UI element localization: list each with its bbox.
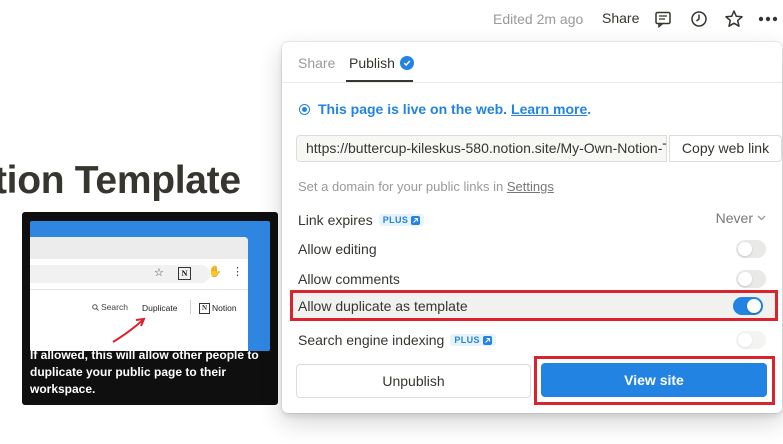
clock-icon[interactable] [688,8,710,30]
chevron-down-icon [757,215,766,221]
live-status-text: This page is live on the web. [318,101,508,117]
learn-more-link[interactable]: Learn more [511,101,587,117]
preview-tab-bar [30,237,248,259]
preview-search: Search [92,302,128,312]
page-title: tion Template [0,159,241,202]
tooltip-text: If allowed, this will allow other people… [30,348,259,396]
publish-status: This page is live on the web. Learn more. [299,101,591,117]
star-icon[interactable] [723,8,745,30]
top-bar: Edited 2m ago Share [0,0,783,38]
allow-duplicate-label: Allow duplicate as template [298,298,468,314]
popup-tabs: Share Publish [282,42,782,83]
more-icon[interactable] [757,8,779,30]
allow-comments-row: Allow comments [298,267,766,291]
search-indexing-row: Search engine indexing PLUS [298,328,768,352]
search-indexing-toggle[interactable] [736,331,766,349]
live-indicator-icon [299,103,310,115]
share-button[interactable]: Share [602,10,639,26]
plus-badge: PLUS [450,334,496,346]
allow-comments-toggle[interactable] [736,270,766,288]
copy-web-link-button[interactable]: Copy web link [669,135,782,162]
allow-comments-label: Allow comments [298,271,400,287]
preview-browser-window: ☆ N ✋ ⋮ Search Duplicate N Notion [30,237,248,351]
allow-editing-row: Allow editing [298,237,766,261]
active-tab-indicator [346,80,413,82]
allow-duplicate-row: Allow duplicate as template [290,290,778,321]
edited-timestamp: Edited 2m ago [493,11,584,27]
view-site-button[interactable]: View site [541,363,767,397]
preview-star-icon: ☆ [154,267,164,279]
comment-icon[interactable] [652,8,674,30]
live-status-period: . [587,101,592,117]
preview-notion-logo-icon: N [178,267,191,280]
plus-badge: PLUS [378,214,425,226]
preview-arrow-icon [112,317,146,343]
search-indexing-label: Search engine indexing [298,332,445,348]
allow-duplicate-toggle[interactable] [733,297,763,315]
upgrade-arrow-icon [411,215,421,225]
tooltip-preview-image: ☆ N ✋ ⋮ Search Duplicate N Notion [30,221,270,351]
allow-editing-label: Allow editing [298,241,377,257]
preview-more-icon: ⋮ [232,266,243,278]
check-icon [399,56,414,70]
tab-publish[interactable]: Publish [349,55,414,71]
preview-notion-label: Notion [212,303,237,313]
tab-publish-label: Publish [349,55,395,71]
preview-notion-small-icon: N [199,303,210,314]
tab-share[interactable]: Share [298,55,335,71]
duplicate-tooltip: ☆ N ✋ ⋮ Search Duplicate N Notion If all… [22,212,278,405]
upgrade-arrow-icon [482,335,492,345]
link-expires-select[interactable]: Never [716,210,766,226]
unpublish-button[interactable]: Unpublish [296,364,531,398]
settings-link[interactable]: Settings [507,179,554,194]
preview-divider [30,289,248,290]
link-expires-value: Never [715,210,753,226]
domain-note: Set a domain for your public links in Se… [298,179,554,194]
url-row: https://buttercup-kileskus-580.notion.si… [296,135,782,162]
preview-separator [190,300,191,314]
link-expires-label: Link expires [298,212,373,228]
preview-search-icon [92,304,99,311]
public-url-field[interactable]: https://buttercup-kileskus-580.notion.si… [296,135,667,162]
link-expires-row: Link expires PLUS [298,208,766,232]
preview-extension-icon: ✋ [208,266,222,278]
allow-editing-toggle[interactable] [736,240,766,258]
preview-duplicate-label: Duplicate [142,303,178,313]
